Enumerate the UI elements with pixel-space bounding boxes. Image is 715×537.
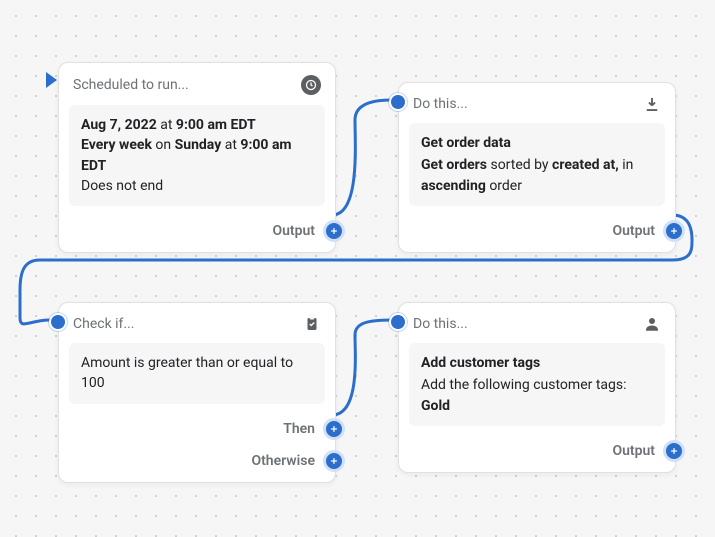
output-label: Output xyxy=(612,223,655,239)
node-condition-check-if[interactable]: Check if... Amount is greater than or eq… xyxy=(58,302,336,483)
output-label: Output xyxy=(272,223,315,239)
node-action-add-customer-tags[interactable]: Do this... Add customer tags Add the fol… xyxy=(398,302,676,473)
action-header-label: Do this... xyxy=(413,316,468,332)
action-header-label: Do this... xyxy=(413,96,468,112)
trigger-header-label: Scheduled to run... xyxy=(73,77,189,93)
condition-body: Amount is greater than or equal to 100 xyxy=(69,343,325,404)
input-port[interactable] xyxy=(389,93,407,111)
then-label: Then xyxy=(283,421,315,437)
add-step-button[interactable] xyxy=(323,220,345,242)
person-icon xyxy=(643,315,661,333)
condition-header-label: Check if... xyxy=(73,316,135,332)
node-action-get-order-data[interactable]: Do this... Get order data Get orders sor… xyxy=(398,82,676,253)
trigger-body: Aug 7, 2022 at 9:00 am EDT Every week on… xyxy=(69,105,325,206)
add-otherwise-step-button[interactable] xyxy=(323,450,345,472)
clock-icon xyxy=(301,75,321,95)
add-step-button[interactable] xyxy=(663,440,685,462)
action-body: Add customer tags Add the following cust… xyxy=(409,343,665,426)
input-port[interactable] xyxy=(49,313,67,331)
start-caret-icon xyxy=(46,72,57,88)
download-icon xyxy=(643,95,661,113)
add-then-step-button[interactable] xyxy=(323,418,345,440)
action-body: Get order data Get orders sorted by crea… xyxy=(409,123,665,206)
node-trigger-scheduled[interactable]: Scheduled to run... Aug 7, 2022 at 9:00 … xyxy=(58,62,336,253)
clipboard-icon xyxy=(303,315,321,333)
otherwise-label: Otherwise xyxy=(251,453,315,469)
add-step-button[interactable] xyxy=(663,220,685,242)
output-label: Output xyxy=(612,443,655,459)
input-port[interactable] xyxy=(389,313,407,331)
